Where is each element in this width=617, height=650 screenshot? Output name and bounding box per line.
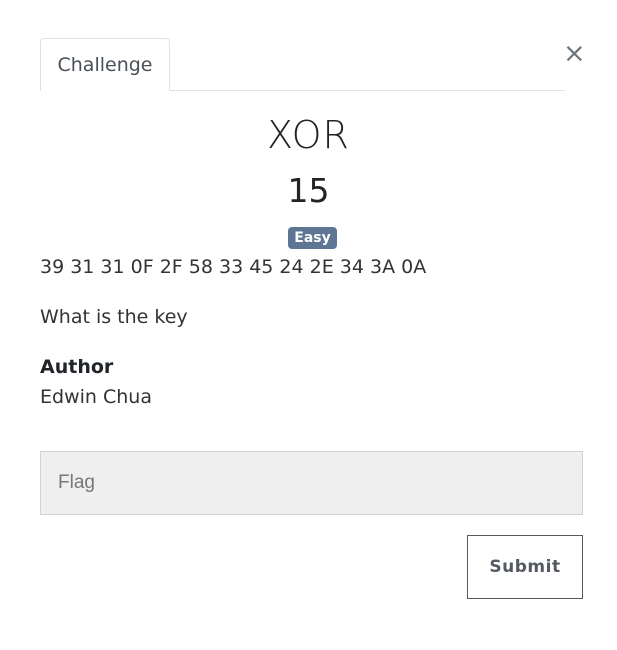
close-icon[interactable]: × <box>563 40 586 68</box>
flag-input[interactable] <box>40 451 583 515</box>
description-hex: 39 31 31 0F 2F 58 33 45 24 2E 34 3A 0A <box>40 256 427 278</box>
badge-row: Easy <box>0 227 617 249</box>
submit-button[interactable]: Submit <box>467 535 583 599</box>
difficulty-badge: Easy <box>288 227 337 249</box>
challenge-title: XOR <box>267 113 350 157</box>
author-name: Edwin Chua <box>40 386 152 408</box>
challenge-modal: Challenge × XOR 15 Easy 39 31 31 0F 2F 5… <box>0 0 617 650</box>
description-question: What is the key <box>40 306 188 328</box>
author-label: Author <box>40 356 114 378</box>
tab-bar: Challenge <box>40 38 565 91</box>
challenge-points: 15 <box>287 171 330 210</box>
tab-challenge[interactable]: Challenge <box>40 38 170 91</box>
